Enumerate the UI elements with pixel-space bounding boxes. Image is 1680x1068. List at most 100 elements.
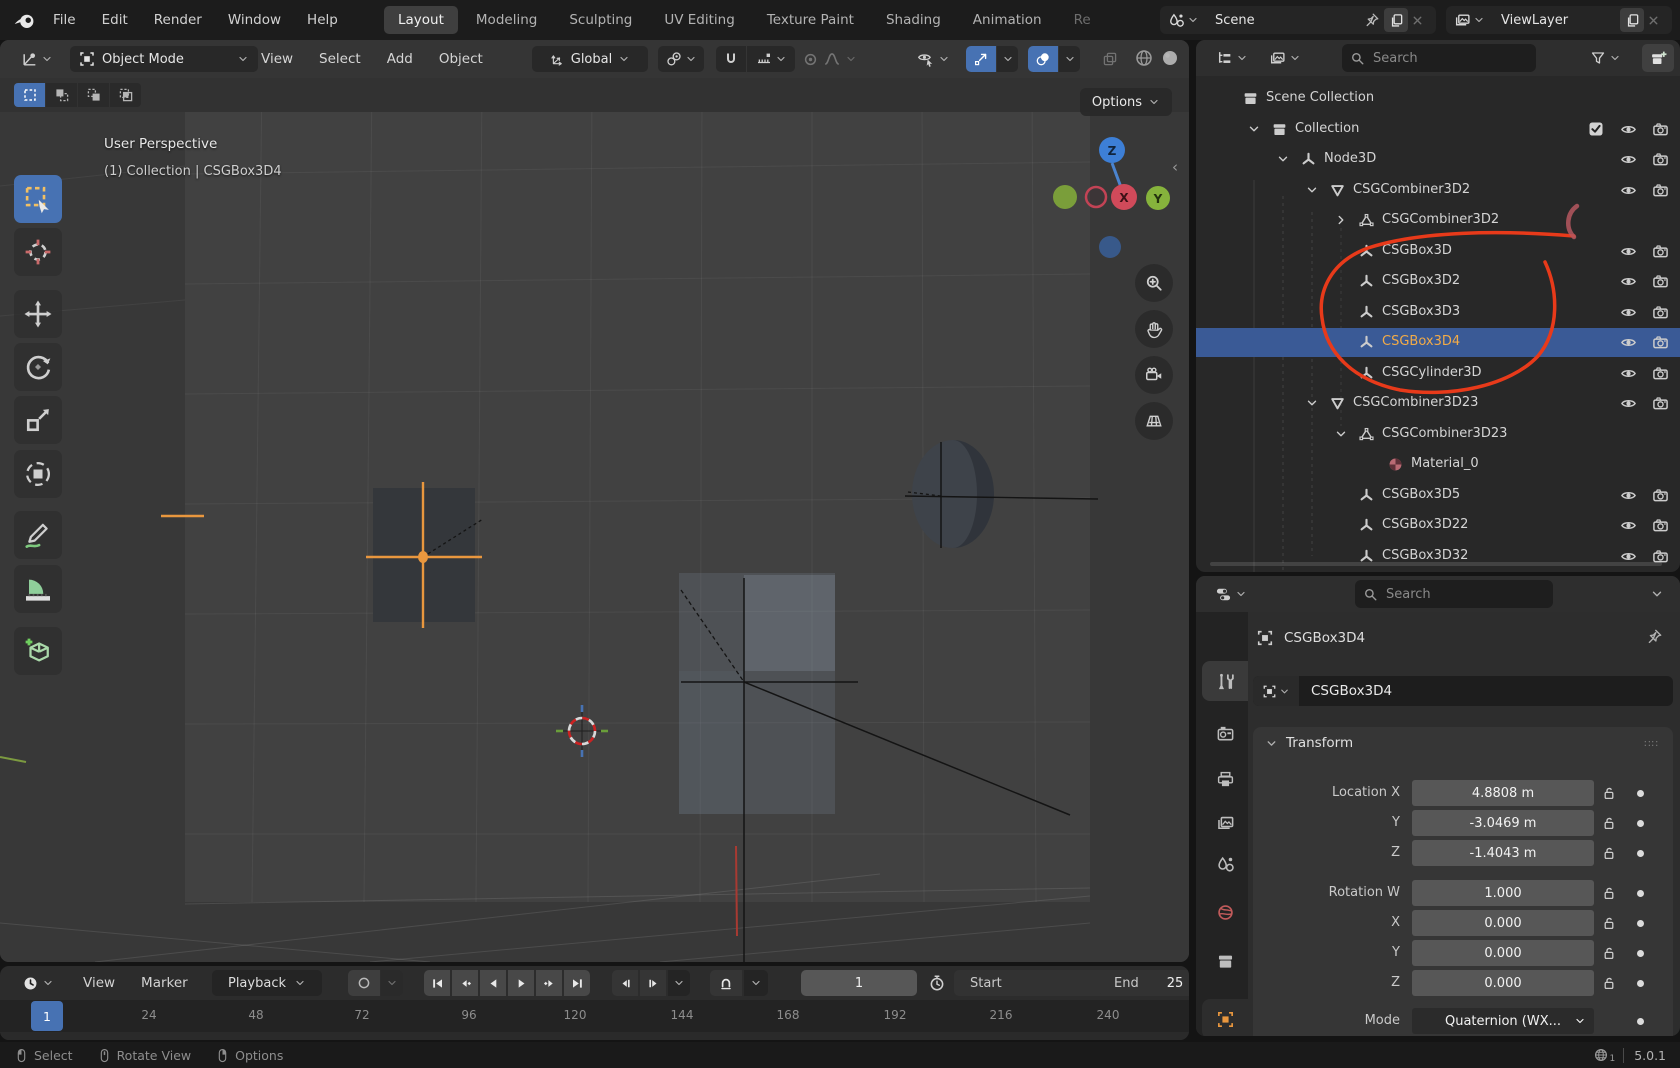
visibility-eye-icon[interactable] bbox=[1620, 151, 1637, 168]
outliner-row[interactable]: CSGBox3D32 bbox=[1196, 542, 1680, 571]
render-camera-icon[interactable] bbox=[1652, 365, 1669, 382]
select-mode-subtract[interactable] bbox=[78, 83, 109, 107]
navigation-gizmo[interactable]: Z X Y bbox=[1030, 108, 1189, 288]
workspace-tab-layout[interactable]: Layout bbox=[384, 6, 458, 34]
mode-selector[interactable]: Object Mode bbox=[70, 46, 258, 72]
animate-dot[interactable] bbox=[1637, 1018, 1644, 1025]
render-camera-icon[interactable] bbox=[1652, 243, 1669, 260]
horizontal-scrollbar[interactable] bbox=[1210, 562, 1662, 566]
menu-file[interactable]: File bbox=[40, 0, 89, 40]
animate-dot[interactable] bbox=[1637, 950, 1644, 957]
workspace-tab-uv-editing[interactable]: UV Editing bbox=[650, 6, 748, 34]
value-slider[interactable]: 1.000 bbox=[1412, 880, 1594, 906]
outliner-row[interactable]: CSGBox3D22 bbox=[1196, 511, 1680, 540]
keying-set-button[interactable] bbox=[710, 970, 742, 996]
header-options-chevron[interactable] bbox=[1650, 587, 1664, 601]
outliner-row[interactable]: CSGBox3D5 bbox=[1196, 481, 1680, 510]
tool-measure[interactable] bbox=[14, 565, 62, 613]
visibility-dropdown[interactable] bbox=[908, 46, 958, 72]
tool-box-select[interactable] bbox=[14, 175, 62, 223]
frame-end-field[interactable]: End 25 bbox=[1100, 970, 1189, 996]
scene-name[interactable]: Scene bbox=[1205, 13, 1364, 28]
new-scene-button[interactable] bbox=[1384, 8, 1408, 32]
step-forward-button[interactable] bbox=[640, 970, 666, 996]
expand-chevron-icon[interactable] bbox=[1305, 396, 1319, 410]
menu-render[interactable]: Render bbox=[141, 0, 215, 40]
outliner-row[interactable]: CSGBox3D3 bbox=[1196, 298, 1680, 327]
orientation-selector[interactable]: Global bbox=[532, 46, 648, 72]
editor-type-button[interactable] bbox=[14, 970, 62, 996]
visibility-eye-icon[interactable] bbox=[1620, 334, 1637, 351]
new-viewlayer-button[interactable] bbox=[1620, 8, 1644, 32]
outliner-search-input[interactable] bbox=[1371, 50, 1485, 67]
lock-open-icon[interactable] bbox=[1601, 785, 1617, 801]
workspace-tab-modeling[interactable]: Modeling bbox=[462, 6, 551, 34]
menu-window[interactable]: Window bbox=[215, 0, 294, 40]
properties-tab-collection[interactable] bbox=[1202, 941, 1248, 981]
editor-type-button[interactable] bbox=[1206, 581, 1256, 607]
render-camera-icon[interactable] bbox=[1652, 151, 1669, 168]
workspace-tab-animation[interactable]: Animation bbox=[959, 6, 1056, 34]
animate-dot[interactable] bbox=[1637, 850, 1644, 857]
viewport-menu-view[interactable]: View bbox=[248, 40, 306, 78]
animate-dot[interactable] bbox=[1637, 820, 1644, 827]
collection-checkbox-icon[interactable] bbox=[1588, 121, 1604, 137]
render-camera-icon[interactable] bbox=[1652, 273, 1669, 290]
expand-chevron-icon[interactable] bbox=[1276, 152, 1290, 166]
lock-open-icon[interactable] bbox=[1601, 815, 1617, 831]
outliner-row[interactable]: CSGCombiner3D2 bbox=[1196, 206, 1680, 235]
outliner-row[interactable]: Collection bbox=[1196, 115, 1680, 144]
editor-type-button[interactable] bbox=[1208, 45, 1256, 71]
object-type-button[interactable] bbox=[1253, 676, 1299, 706]
editor-type-button[interactable] bbox=[14, 46, 60, 72]
viewport-menu-add[interactable]: Add bbox=[374, 40, 426, 78]
pivot-point-button[interactable] bbox=[658, 46, 704, 72]
value-slider[interactable]: -1.4043 m bbox=[1412, 840, 1594, 866]
step-settings-button[interactable] bbox=[668, 970, 690, 996]
value-slider[interactable]: -3.0469 m bbox=[1412, 810, 1594, 836]
visibility-eye-icon[interactable] bbox=[1620, 304, 1637, 321]
tool-move[interactable] bbox=[14, 290, 62, 338]
current-frame-field[interactable]: 1 bbox=[801, 970, 917, 996]
camera-view-button[interactable] bbox=[1135, 356, 1173, 394]
properties-tab-render[interactable] bbox=[1202, 713, 1248, 753]
tool-annotate[interactable] bbox=[14, 511, 62, 559]
expand-chevron-icon[interactable] bbox=[1334, 213, 1348, 227]
visibility-eye-icon[interactable] bbox=[1620, 487, 1637, 504]
outliner-row[interactable]: Node3D bbox=[1196, 145, 1680, 174]
tool-add-cube[interactable] bbox=[14, 627, 62, 675]
menu-edit[interactable]: Edit bbox=[89, 0, 141, 40]
jump-to-start-button[interactable] bbox=[424, 970, 450, 996]
snap-settings-button[interactable] bbox=[747, 46, 795, 72]
tool-scale[interactable] bbox=[14, 396, 62, 444]
timeline-menu-marker[interactable]: Marker bbox=[128, 966, 201, 1000]
properties-search[interactable] bbox=[1355, 580, 1553, 608]
lock-open-icon[interactable] bbox=[1601, 845, 1617, 861]
delete-viewlayer-button[interactable] bbox=[1647, 14, 1669, 27]
jump-to-end-button[interactable] bbox=[564, 970, 590, 996]
panel-grip[interactable]: ∷∷ bbox=[1644, 739, 1659, 750]
tool-transform[interactable] bbox=[14, 450, 62, 498]
properties-search-input[interactable] bbox=[1384, 586, 1498, 603]
viewlayer-name[interactable]: ViewLayer bbox=[1491, 13, 1616, 28]
workspace-tab-sculpting[interactable]: Sculpting bbox=[555, 6, 646, 34]
scene-selector[interactable]: Scene bbox=[1160, 6, 1436, 34]
auto-keying-toggle[interactable] bbox=[348, 970, 380, 996]
render-camera-icon[interactable] bbox=[1652, 121, 1669, 138]
keying-settings-button[interactable] bbox=[381, 970, 403, 996]
properties-tab-tool[interactable] bbox=[1202, 661, 1248, 701]
blender-logo-icon[interactable] bbox=[13, 9, 36, 32]
visibility-eye-icon[interactable] bbox=[1620, 121, 1637, 138]
viewlayer-type-button[interactable] bbox=[1446, 12, 1491, 29]
expand-chevron-icon[interactable] bbox=[1305, 183, 1319, 197]
filter-button[interactable] bbox=[1582, 45, 1628, 71]
shading-mode-group[interactable] bbox=[1134, 48, 1180, 68]
value-slider[interactable]: 0.000 bbox=[1412, 940, 1594, 966]
animate-dot[interactable] bbox=[1637, 980, 1644, 987]
select-mode-intersect[interactable] bbox=[110, 83, 141, 107]
render-camera-icon[interactable] bbox=[1652, 487, 1669, 504]
playback-menu[interactable]: Playback bbox=[212, 970, 322, 996]
viewport-menu-select[interactable]: Select bbox=[306, 40, 374, 78]
tool-rotate[interactable] bbox=[14, 343, 62, 391]
timeline-menu-view[interactable]: View bbox=[70, 966, 128, 1000]
